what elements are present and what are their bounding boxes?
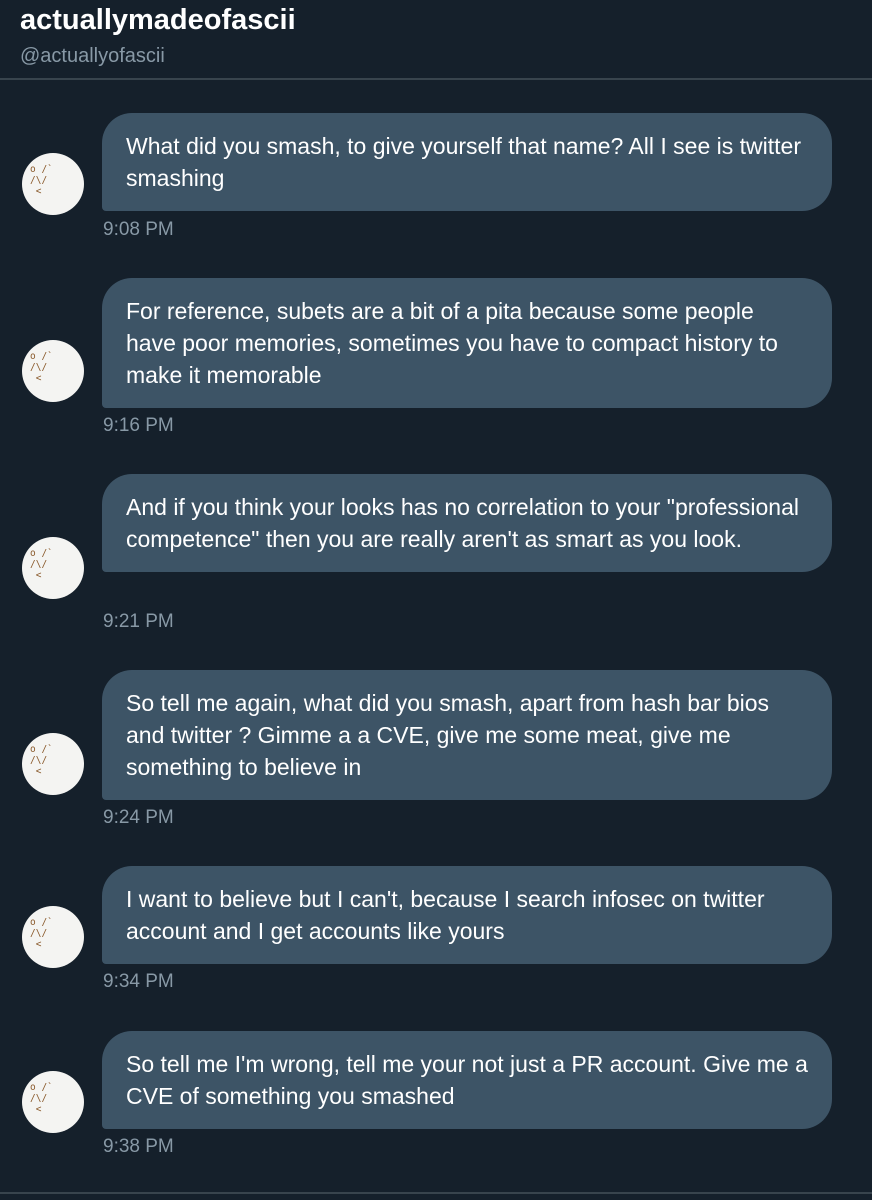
message-item: o /` /\/ < What did you smash, to give y… — [0, 113, 872, 243]
message-timestamp: 9:21 PM — [103, 611, 174, 632]
message-item: o /` /\/ < For reference, subets are a b… — [0, 278, 872, 438]
ascii-face-icon: o /` /\/ < — [30, 1082, 53, 1115]
avatar[interactable]: o /` /\/ < — [22, 537, 84, 599]
message-item: o /` /\/ < So tell me again, what did yo… — [0, 670, 872, 830]
user-handle[interactable]: @actuallyofascii — [20, 45, 165, 68]
message-item: o /` /\/ < And if you think your looks h… — [0, 474, 872, 634]
conversation-header: actuallymadeofascii @actuallyofascii — [0, 0, 872, 80]
divider — [0, 1192, 872, 1194]
avatar[interactable]: o /` /\/ < — [22, 340, 84, 402]
message-timestamp: 9:34 PM — [103, 971, 174, 992]
message-bubble[interactable]: What did you smash, to give yourself tha… — [102, 113, 832, 211]
ascii-face-icon: o /` /\/ < — [30, 351, 53, 384]
message-bubble[interactable]: I want to believe but I can't, because I… — [102, 866, 832, 964]
message-timestamp: 9:08 PM — [103, 219, 174, 240]
avatar[interactable]: o /` /\/ < — [22, 1071, 84, 1133]
message-bubble[interactable]: And if you think your looks has no corre… — [102, 474, 832, 572]
ascii-face-icon: o /` /\/ < — [30, 917, 53, 950]
avatar[interactable]: o /` /\/ < — [22, 733, 84, 795]
message-timestamp: 9:38 PM — [103, 1136, 174, 1157]
message-bubble[interactable]: So tell me again, what did you smash, ap… — [102, 670, 832, 800]
avatar[interactable]: o /` /\/ < — [22, 153, 84, 215]
display-name[interactable]: actuallymadeofascii — [20, 4, 296, 37]
avatar[interactable]: o /` /\/ < — [22, 906, 84, 968]
message-item: o /` /\/ < So tell me I'm wrong, tell me… — [0, 1031, 872, 1161]
message-timestamp: 9:24 PM — [103, 807, 174, 828]
message-timestamp: 9:16 PM — [103, 415, 174, 436]
ascii-face-icon: o /` /\/ < — [30, 744, 53, 777]
message-bubble[interactable]: For reference, subets are a bit of a pit… — [102, 278, 832, 408]
message-item: o /` /\/ < I want to believe but I can't… — [0, 866, 872, 996]
ascii-face-icon: o /` /\/ < — [30, 548, 53, 581]
ascii-face-icon: o /` /\/ < — [30, 164, 53, 197]
message-bubble[interactable]: So tell me I'm wrong, tell me your not j… — [102, 1031, 832, 1129]
